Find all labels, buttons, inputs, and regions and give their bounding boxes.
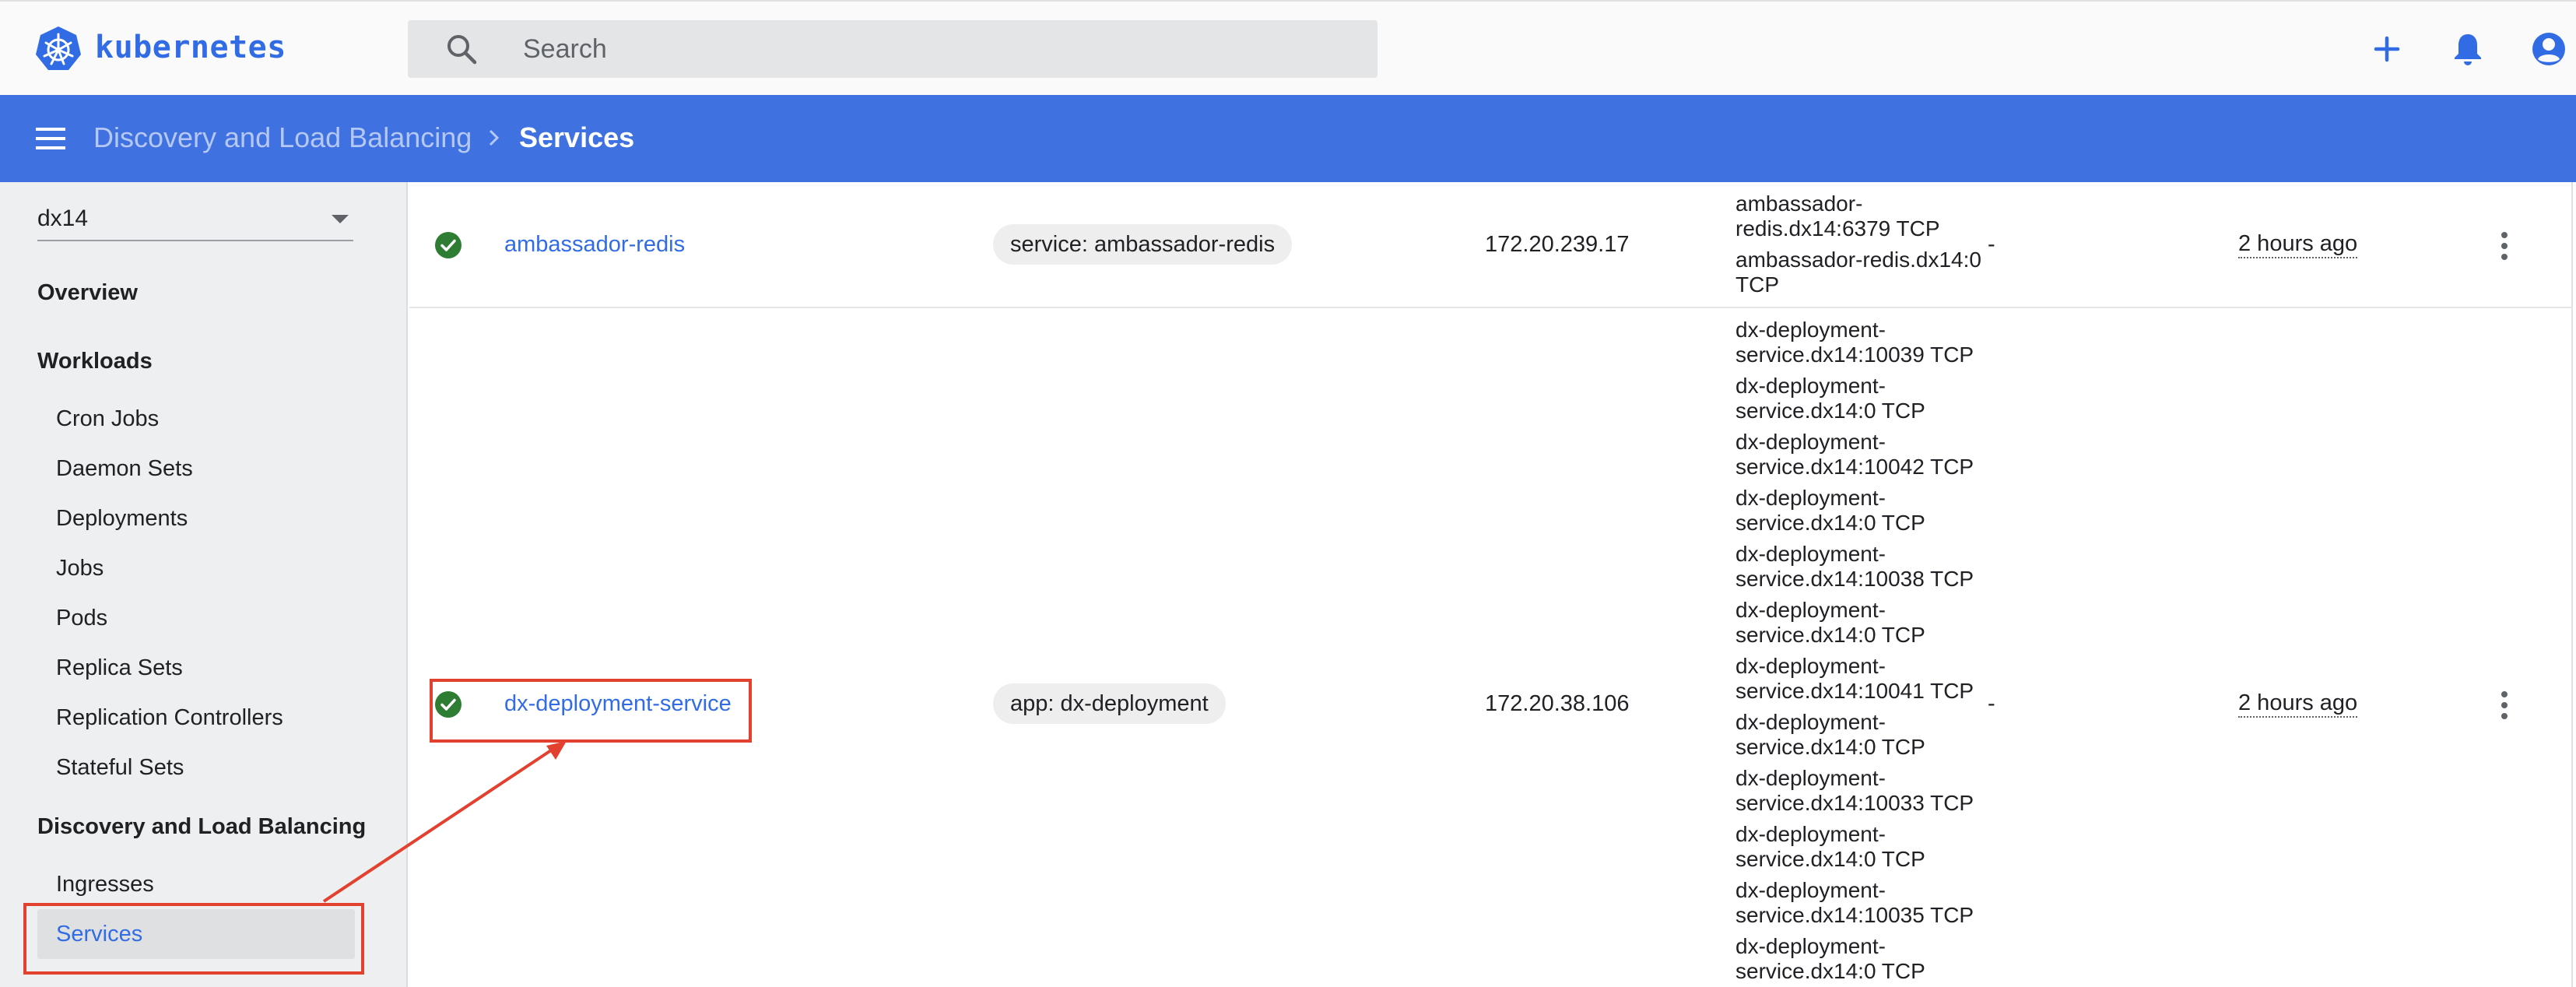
sidebar-item-cron-jobs[interactable]: Cron Jobs bbox=[37, 394, 355, 444]
services-table: ambassador-redis service: ambassador-red… bbox=[409, 182, 2573, 987]
sidebar-item-stateful-sets[interactable]: Stateful Sets bbox=[37, 743, 355, 792]
sidebar-item-overview[interactable]: Overview bbox=[37, 280, 138, 306]
breadcrumb-current: Services bbox=[519, 121, 635, 153]
menu-icon[interactable] bbox=[31, 123, 70, 154]
more-vert-icon[interactable] bbox=[2500, 690, 2509, 721]
sidebar-item-replica-sets[interactable]: Replica Sets bbox=[37, 643, 355, 693]
endpoint: dx-deployment-service.dx14:0 TCP bbox=[1735, 486, 1925, 535]
add-icon[interactable] bbox=[2367, 30, 2406, 68]
search-icon bbox=[447, 35, 477, 65]
sidebar-item-deployments[interactable]: Deployments bbox=[37, 494, 355, 543]
service-age: 2 hours ago bbox=[2238, 690, 2358, 718]
highlight-box-sidebar bbox=[23, 903, 364, 975]
endpoint: dx-deployment-service.dx14:10039 TCP bbox=[1735, 318, 1974, 367]
sidebar: dx14 Overview Workloads Cron Jobs Daemon… bbox=[0, 182, 408, 987]
check-circle-icon bbox=[435, 232, 462, 258]
more-vert-icon[interactable] bbox=[2500, 230, 2509, 262]
service-age: 2 hours ago bbox=[2238, 230, 2358, 258]
page-header: Discovery and Load Balancing Services bbox=[0, 95, 2576, 182]
caret-down-icon bbox=[332, 215, 349, 223]
namespace-value: dx14 bbox=[37, 205, 89, 231]
endpoint: dx-deployment-service.dx14:0 TCP bbox=[1735, 710, 1925, 759]
namespace-select[interactable]: dx14 bbox=[37, 193, 353, 241]
sidebar-item-daemon-sets[interactable]: Daemon Sets bbox=[37, 444, 355, 494]
internal-endpoints: ambassador-redis.dx14:6379 TCP ambassado… bbox=[1735, 191, 2000, 304]
endpoint: dx-deployment-service.dx14:10035 TCP bbox=[1735, 878, 1974, 927]
kubernetes-logo-icon[interactable] bbox=[34, 25, 82, 73]
account-icon[interactable] bbox=[2529, 30, 2568, 68]
chevron-right-icon bbox=[489, 129, 500, 146]
bell-icon[interactable] bbox=[2448, 30, 2487, 68]
external-endpoints: - bbox=[1988, 232, 1995, 257]
sidebar-item-replication-controllers[interactable]: Replication Controllers bbox=[37, 693, 355, 743]
endpoint: dx-deployment-service.dx14:10042 TCP bbox=[1735, 430, 1974, 479]
service-name-link[interactable]: ambassador-redis bbox=[504, 232, 685, 258]
top-bar: kubernetes bbox=[0, 0, 2576, 95]
sidebar-item-pods[interactable]: Pods bbox=[37, 593, 355, 643]
highlight-box-service bbox=[430, 679, 752, 743]
endpoint: ambassador-redis.dx14:6379 TCP bbox=[1735, 191, 1940, 241]
sidebar-item-jobs[interactable]: Jobs bbox=[37, 543, 355, 593]
cluster-ip: 172.20.38.106 bbox=[1485, 691, 1630, 716]
endpoint: dx-deployment-service.dx14:0 TCP bbox=[1735, 822, 1925, 871]
external-endpoints: - bbox=[1988, 691, 1995, 716]
endpoint: dx-deployment-service.dx14:10038 TCP bbox=[1735, 542, 1974, 591]
search-input[interactable] bbox=[523, 28, 1348, 70]
sidebar-section-discovery[interactable]: Discovery and Load Balancing bbox=[37, 814, 366, 840]
breadcrumb-parent[interactable]: Discovery and Load Balancing bbox=[93, 121, 472, 154]
table-row: ambassador-redis service: ambassador-red… bbox=[409, 182, 2573, 308]
endpoint: dx-deployment-service.dx14:0 TCP bbox=[1735, 598, 1925, 647]
search-bar[interactable] bbox=[408, 20, 1377, 78]
label-chip: app: dx-deployment bbox=[993, 683, 1226, 724]
endpoint: dx-deployment-service.dx14:0 TCP bbox=[1735, 934, 1925, 983]
endpoint: dx-deployment-service.dx14:0 TCP bbox=[1735, 374, 1925, 423]
sidebar-section-workloads[interactable]: Workloads bbox=[37, 349, 153, 374]
endpoint: ambassador-redis.dx14:0 TCP bbox=[1735, 248, 1981, 297]
table-row: dx-deployment-service app: dx-deployment… bbox=[409, 308, 2573, 987]
brand-name[interactable]: kubernetes bbox=[95, 30, 286, 65]
endpoint: dx-deployment-service.dx14:10041 TCP bbox=[1735, 654, 1974, 703]
label-chip: service: ambassador-redis bbox=[993, 224, 1293, 265]
sidebar-item-ingresses[interactable]: Ingresses bbox=[37, 859, 355, 909]
cluster-ip: 172.20.239.17 bbox=[1485, 232, 1630, 257]
endpoint: dx-deployment-service.dx14:10033 TCP bbox=[1735, 766, 1974, 815]
internal-endpoints: dx-deployment-service.dx14:10039 TCP dx-… bbox=[1735, 318, 2000, 987]
